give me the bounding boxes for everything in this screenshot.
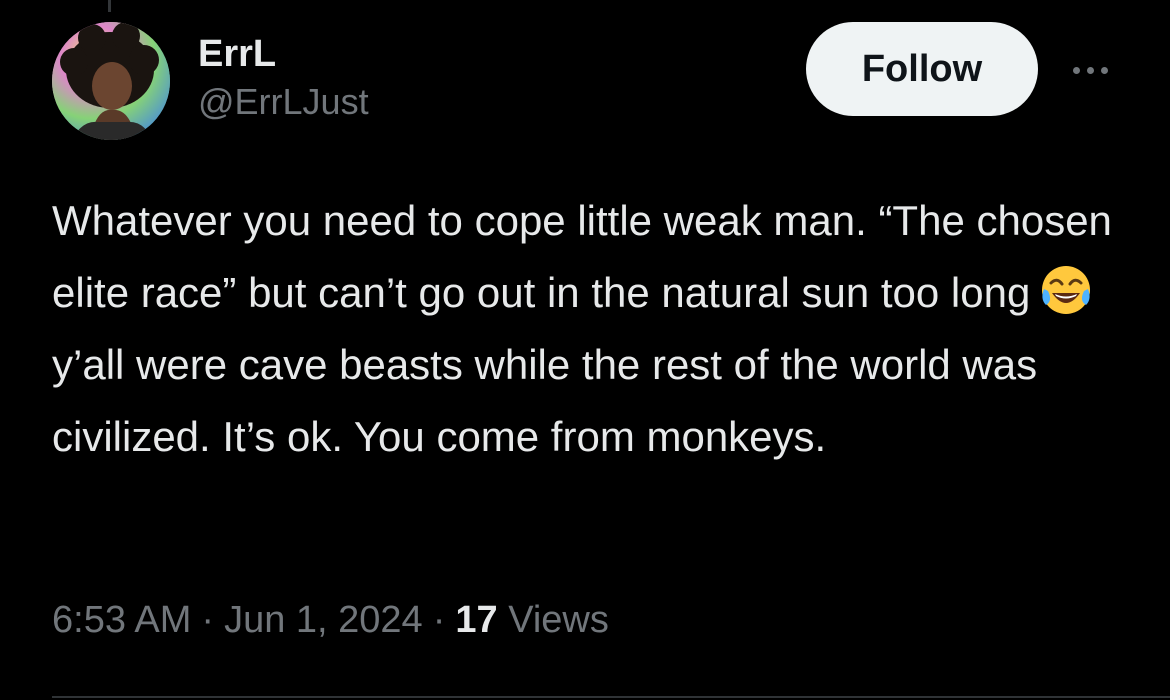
user-names: ErrL @ErrLJust [198,32,369,124]
more-options-button[interactable] [1058,50,1122,90]
tweet-date[interactable]: Jun 1, 2024 [224,599,423,641]
follow-button[interactable]: Follow [806,22,1038,116]
display-name[interactable]: ErrL [198,32,369,76]
views-count: 17 [455,599,498,641]
thread-connector-line [108,0,111,12]
meta-separator: · [432,599,446,641]
tweet-metadata: 6:53 AM · Jun 1, 2024 · 17 Views [52,590,609,650]
tweet-text-part-1: Whatever you need to cope little weak ma… [52,197,1112,316]
tweet-text: Whatever you need to cope little weak ma… [52,185,1132,473]
tweet-time[interactable]: 6:53 AM [52,599,191,641]
avatar-image [52,22,170,140]
avatar[interactable] [52,22,170,140]
tweet-text-part-2: y’all were cave beasts while the rest of… [52,341,1038,460]
views-label: Views [508,599,609,641]
user-handle[interactable]: @ErrLJust [198,80,369,124]
meta-separator: · [201,599,215,641]
more-horizontal-icon [1072,66,1108,74]
face-with-tears-of-joy-icon [1038,263,1094,319]
tweet-header: ErrL @ErrLJust Follow [52,22,1122,142]
divider [52,696,1170,698]
